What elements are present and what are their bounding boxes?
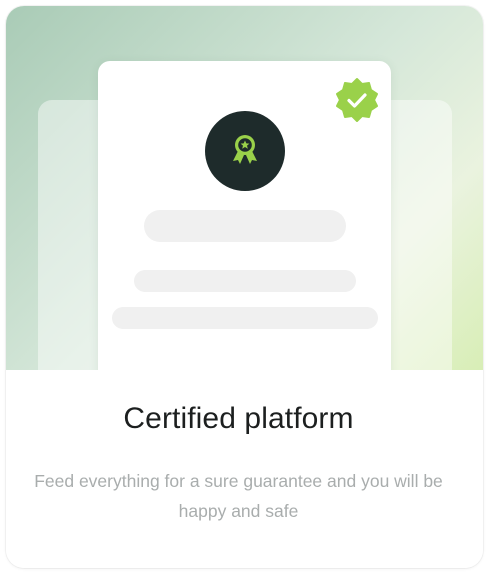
card-title: Certified platform: [123, 402, 354, 435]
placeholder-line: [112, 307, 378, 329]
card-illustration: [6, 6, 483, 370]
award-medal-badge: [205, 111, 285, 191]
placeholder-line: [134, 270, 356, 292]
placeholder-line-title: [144, 210, 346, 242]
verified-badge-icon: [334, 77, 380, 123]
award-medal-icon: [225, 129, 265, 174]
certificate-document: [98, 61, 391, 370]
card-description: Feed everything for a sure guarantee and…: [34, 471, 443, 521]
